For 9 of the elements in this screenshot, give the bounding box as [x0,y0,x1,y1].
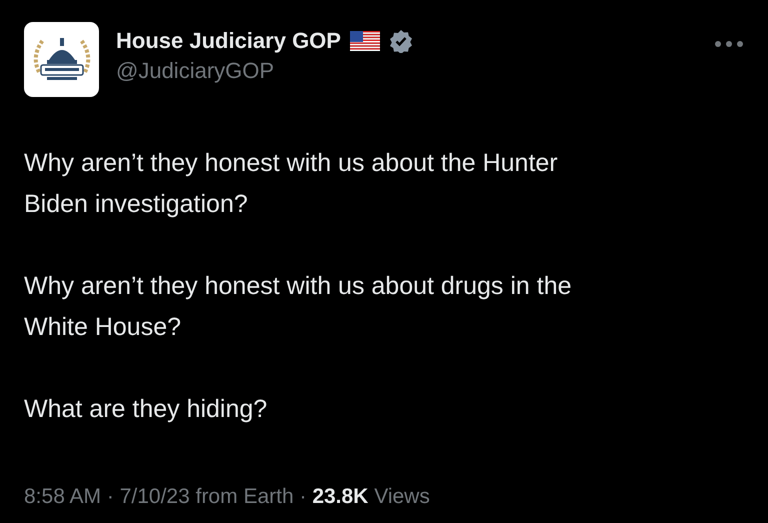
tweet-metadata: 8:58 AM · 7/10/23 from Earth · 23.8K Views [24,485,431,509]
tweet-paragraph: What are they hiding? [24,394,268,425]
author-name[interactable]: House Judiciary GOP [116,26,341,56]
tweet-paragraph: Why aren’t they honest with us about the Hunter Biden investigation? [24,148,559,220]
tweet-paragraph: Why aren’t they honest with us about drugs in the White House? [24,271,573,343]
flag-icon [350,31,380,51]
author-handle[interactable]: @JudiciaryGOP [116,56,413,86]
more-options-icon[interactable] [714,40,744,48]
avatar[interactable] [24,22,99,97]
